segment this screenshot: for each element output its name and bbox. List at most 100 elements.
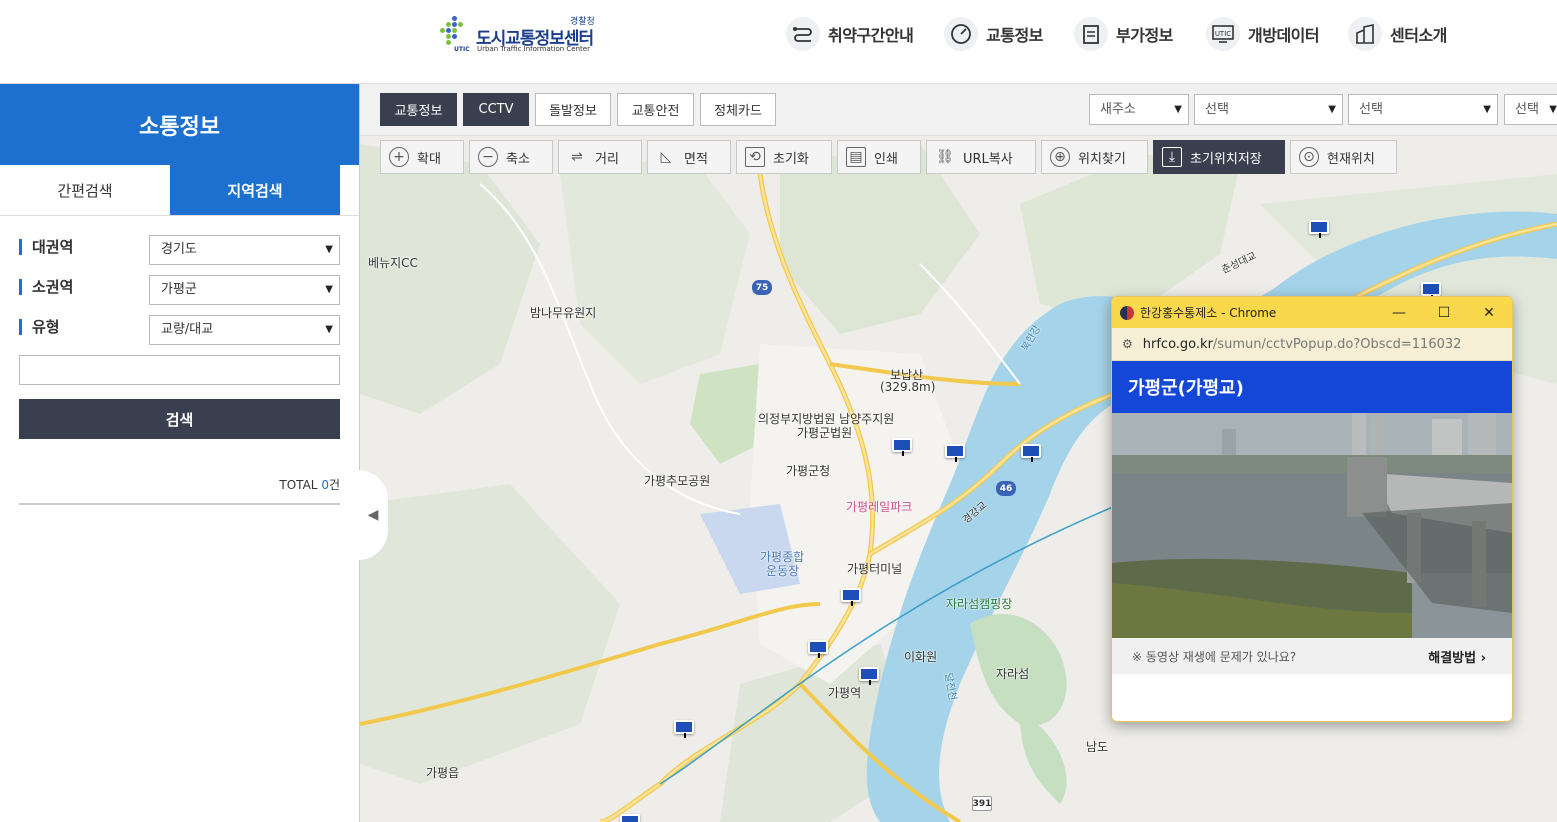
popup-url-bar[interactable]: ⚙ hrfco.go.kr/sumun/cctvPopup.do?Obscd=1… — [1112, 328, 1512, 361]
nav-item-opendata[interactable]: UTIC 개방데이터 — [1206, 14, 1320, 54]
site-favicon-icon — [1120, 305, 1134, 320]
dong-select[interactable]: 선택 — [1504, 94, 1557, 125]
reset-button[interactable]: ⟲ 초기화 — [736, 140, 832, 174]
reset-icon: ⟲ — [745, 147, 765, 167]
tool-label: 초기화 — [773, 151, 809, 167]
tab-cctv[interactable]: CCTV — [463, 93, 529, 126]
cctv-marker[interactable] — [674, 720, 694, 738]
type-select[interactable]: 교량/대교 — [149, 315, 340, 345]
nav-label: 부가정보 — [1116, 26, 1173, 45]
sigungu-select[interactable]: 선택 — [1348, 94, 1498, 125]
nav-item-traffic[interactable]: 교통정보 — [944, 14, 1043, 54]
search-button[interactable]: 검색 — [19, 399, 340, 439]
cctv-video-image — [1112, 413, 1512, 638]
tool-label: 확대 — [417, 151, 441, 167]
logo-english: Urban Traffic Information Center — [477, 45, 590, 53]
tool-label: 현재위치 — [1327, 151, 1375, 167]
popup-window-title: 한강홍수통제소 - Chrome — [1140, 306, 1277, 320]
cctv-popup-window[interactable]: 한강홍수통제소 - Chrome — ☐ ✕ ⚙ hrfco.go.kr/sum… — [1111, 296, 1513, 722]
nav-label: 취약구간안내 — [828, 26, 914, 45]
total-suffix: 건 — [328, 478, 340, 492]
cctv-marker[interactable] — [859, 667, 879, 685]
logo-utic: UTIC — [454, 46, 470, 53]
tab-simple-search[interactable]: 간편검색 — [0, 165, 170, 215]
zoom-in-icon: + — [389, 147, 409, 167]
utic-monitor-icon: UTIC — [1206, 17, 1240, 51]
utic-logo[interactable]: 경찰청 도시교통정보센터 UTIC Urban Traffic Informat… — [440, 14, 610, 58]
zoom-out-button[interactable]: − 축소 — [469, 140, 553, 174]
url-copy-button[interactable]: ⛓ URL복사 — [926, 140, 1036, 174]
gauge-icon — [944, 17, 978, 51]
cctv-marker[interactable] — [841, 588, 861, 606]
chevron-left-icon: ◀ — [367, 507, 379, 523]
sido-select[interactable]: 선택 — [1194, 94, 1343, 125]
search-input[interactable] — [19, 355, 340, 385]
map-label: (329.8m) — [880, 380, 936, 394]
map-label: 가평역 — [828, 686, 862, 700]
sidebar: 소통정보 간편검색 지역검색 대권역 경기도 소권역 가평군 유형 교량/대교 … — [0, 84, 360, 822]
minimize-icon[interactable]: — — [1376, 297, 1422, 328]
route-shield-75: 75 — [752, 280, 772, 295]
cctv-marker[interactable] — [1021, 444, 1041, 462]
cctv-marker[interactable] — [620, 814, 640, 822]
nav-item-about[interactable]: 센터소개 — [1348, 14, 1447, 54]
cctv-marker[interactable] — [808, 640, 828, 658]
tab-traffic-safety[interactable]: 교통안전 — [617, 93, 694, 126]
nav-item-extra[interactable]: 부가정보 — [1074, 14, 1173, 54]
map-label: 이화원 — [904, 650, 938, 664]
distance-icon: ⇌ — [571, 149, 583, 165]
tab-congestion-card[interactable]: 정체카드 — [700, 93, 776, 126]
field-region-large: 대권역 경기도 — [19, 235, 340, 265]
current-location-button[interactable]: ⊙ 현재위치 — [1290, 140, 1397, 174]
tool-label: 초기위치저장 — [1190, 151, 1262, 167]
map-label: 베뉴지CC — [368, 256, 418, 270]
url-host: hrfco.go.kr — [1142, 336, 1213, 352]
region-large-select[interactable]: 경기도 — [149, 235, 340, 265]
fix-link[interactable]: 해결방법 › — [1428, 647, 1486, 666]
area-button[interactable]: ◺ 면적 — [647, 140, 731, 174]
cctv-marker[interactable] — [892, 438, 912, 456]
cctv-video-frame[interactable] — [1112, 413, 1512, 638]
tool-label: 축소 — [506, 151, 530, 167]
site-info-icon[interactable]: ⚙ — [1122, 337, 1133, 351]
tool-label: 인쇄 — [874, 151, 898, 167]
cctv-marker[interactable] — [1309, 220, 1329, 238]
svg-text:UTIC: UTIC — [1215, 30, 1231, 38]
save-initial-position-button[interactable]: ⤓ 초기위치저장 — [1153, 140, 1285, 174]
region-small-select[interactable]: 가평군 — [149, 275, 340, 305]
area-icon: ◺ — [660, 149, 672, 165]
cctv-marker[interactable] — [1421, 282, 1441, 300]
nav-label: 센터소개 — [1390, 26, 1447, 45]
nav-item-vulnerable[interactable]: 취약구간안내 — [786, 14, 914, 54]
map-label: 가평군법원 — [797, 426, 853, 440]
address-type-select[interactable]: 새주소 — [1089, 94, 1189, 125]
map-label: 가평군청 — [786, 464, 831, 478]
map-label: 남도 — [1086, 740, 1109, 754]
nav-label: 개방데이터 — [1248, 26, 1320, 45]
maximize-icon[interactable]: ☐ — [1421, 297, 1467, 328]
divider — [19, 503, 340, 505]
route-icon — [786, 17, 820, 51]
zoom-in-button[interactable]: + 확대 — [380, 140, 464, 174]
tool-label: URL복사 — [963, 151, 1013, 167]
cctv-heading: 가평군(가평교) — [1112, 361, 1512, 413]
total-count: TOTAL 0건 — [279, 476, 340, 493]
tab-region-search[interactable]: 지역검색 — [170, 165, 340, 215]
cctv-marker[interactable] — [945, 444, 965, 462]
close-icon[interactable]: ✕ — [1466, 297, 1512, 328]
popup-titlebar[interactable]: 한강홍수통제소 - Chrome — ☐ ✕ — [1112, 297, 1512, 328]
map-label: 운동장 — [766, 564, 800, 578]
tool-label: 위치찾기 — [1078, 151, 1126, 167]
field-label: 유형 — [19, 319, 60, 335]
map-label: 자라섬캠핑장 — [946, 597, 1013, 611]
tab-incident[interactable]: 돌발정보 — [535, 93, 611, 126]
route-shield-46: 46 — [996, 481, 1016, 496]
tab-traffic-info[interactable]: 교통정보 — [380, 93, 457, 126]
locate-button[interactable]: ⊕ 위치찾기 — [1041, 140, 1148, 174]
print-button[interactable]: ▤ 인쇄 — [837, 140, 921, 174]
tool-label: 거리 — [595, 151, 619, 167]
map-label: 가평읍 — [426, 766, 460, 780]
field-label: 소권역 — [19, 279, 73, 295]
download-icon: ⤓ — [1162, 147, 1182, 167]
distance-button[interactable]: ⇌ 거리 — [558, 140, 642, 174]
